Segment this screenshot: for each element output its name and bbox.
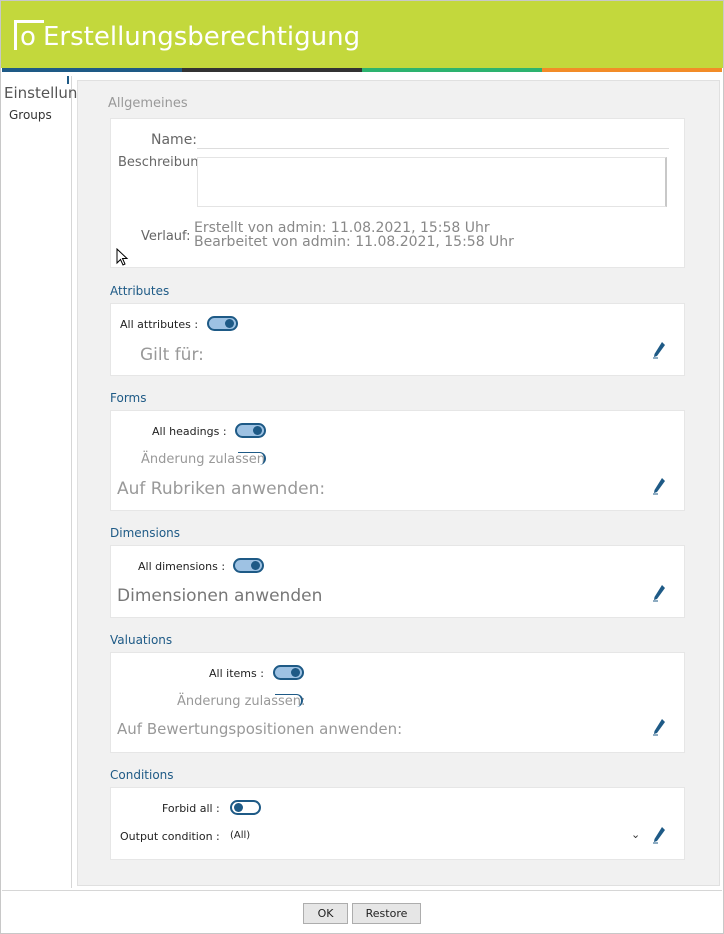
name-input[interactable] <box>197 148 669 149</box>
sidebar-item-groups[interactable]: Groups <box>9 108 52 122</box>
all-attributes-toggle[interactable] <box>207 316 238 331</box>
header-stripe-green <box>362 68 542 72</box>
dimensions-panel <box>110 545 685 618</box>
restore-button[interactable]: Restore <box>352 903 421 924</box>
mouse-cursor-icon <box>116 248 129 266</box>
history-text: Erstellt von admin: 11.08.2021, 15:58 Uh… <box>194 221 514 249</box>
header-stripe-orange <box>542 68 722 72</box>
section-attributes-title: Attributes <box>110 284 170 298</box>
applies-to-label: Gilt für: <box>140 345 204 365</box>
forbid-all-toggle[interactable] <box>230 800 261 815</box>
attributes-panel <box>110 303 685 376</box>
history-created: Erstellt von admin: 11.08.2021, 15:58 Uh… <box>194 220 490 236</box>
section-dimensions-title: Dimensions <box>110 526 181 540</box>
all-items-label: All items : <box>209 667 264 680</box>
section-general-title: Allgemeines <box>108 96 188 111</box>
output-condition-select[interactable]: (All) <box>230 830 250 841</box>
footer-divider <box>2 890 722 891</box>
forms-allow-change-toggle[interactable] <box>238 452 266 465</box>
section-conditions-title: Conditions <box>110 768 174 782</box>
chevron-down-icon[interactable]: ⌄ <box>631 828 640 841</box>
forms-apply-label: Auf Rubriken anwenden: <box>117 479 326 499</box>
all-headings-toggle[interactable] <box>235 423 266 438</box>
name-label: Name: <box>151 132 198 148</box>
dimensions-apply-label: Dimensionen anwenden <box>117 586 323 606</box>
header-stripe-dark <box>182 68 362 72</box>
pencil-icon[interactable] <box>652 341 666 359</box>
all-headings-label: All headings : <box>152 425 227 438</box>
title-bar: Erstellungsberechtigung o <box>0 0 724 68</box>
all-dimensions-label: All dimensions : <box>138 560 226 573</box>
section-forms-title: Forms <box>110 391 147 405</box>
conditions-panel <box>110 787 685 860</box>
window-title-prefix: o <box>20 22 36 52</box>
history-edited: Bearbeitet von admin: 11.08.2021, 15:58 … <box>194 234 514 250</box>
forbid-all-label: Forbid all : <box>162 802 220 815</box>
sidebar <box>2 76 72 888</box>
header-stripe-blue <box>2 68 182 72</box>
sidebar-tab-handle[interactable] <box>67 76 69 84</box>
output-condition-label: Output condition : <box>120 830 220 843</box>
valuations-allow-change-toggle[interactable] <box>275 694 303 707</box>
pencil-icon[interactable] <box>652 477 666 495</box>
all-attributes-label: All attributes : <box>120 318 199 331</box>
all-items-toggle[interactable] <box>273 665 304 680</box>
section-valuations-title: Valuations <box>110 633 173 647</box>
all-dimensions-toggle[interactable] <box>233 558 264 573</box>
pencil-icon[interactable] <box>652 584 666 602</box>
window-title: Erstellungsberechtigung <box>43 22 361 52</box>
valuations-apply-label: Auf Bewertungspositionen anwenden: <box>117 720 403 738</box>
pencil-icon[interactable] <box>652 718 666 736</box>
history-label: Verlauf: <box>141 229 191 244</box>
pencil-icon[interactable] <box>652 826 666 844</box>
description-textarea[interactable] <box>197 157 667 207</box>
ok-button[interactable]: OK <box>303 903 348 924</box>
